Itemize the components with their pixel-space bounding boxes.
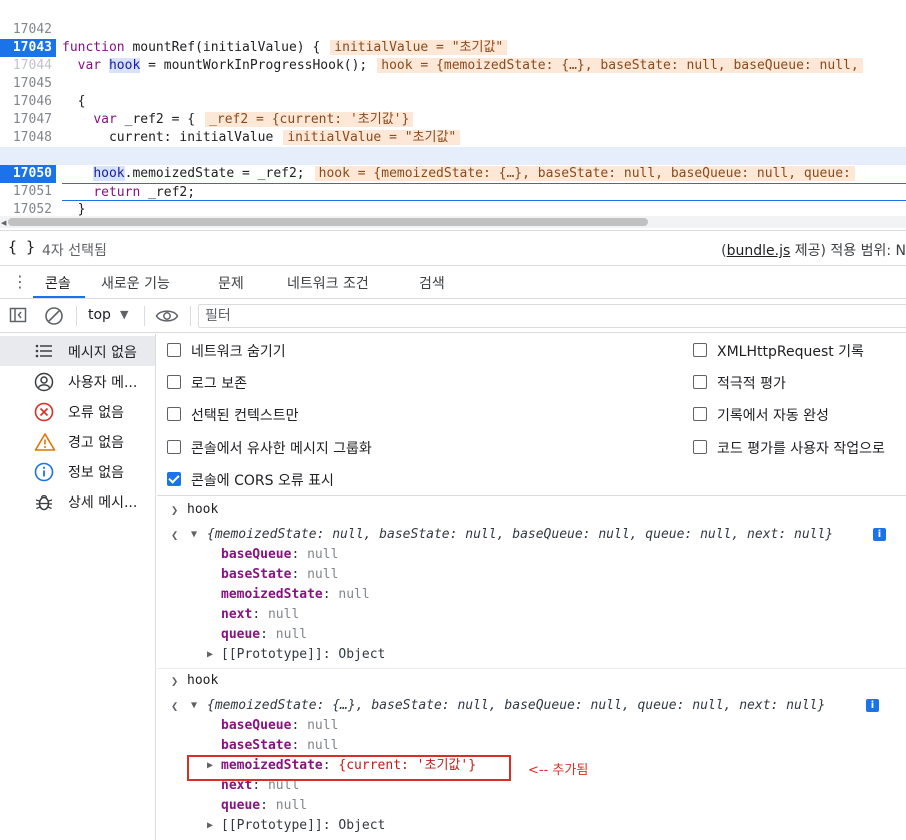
- annotation-text: <-- 추가됨: [528, 763, 589, 778]
- tab-issues[interactable]: 문제: [218, 273, 244, 293]
- expand-right-icon[interactable]: ▶: [207, 645, 213, 665]
- code-line: 17051 }: [0, 165, 906, 216]
- clear-console-icon[interactable]: [44, 306, 64, 326]
- console-input-row: ❯ hook: [157, 671, 906, 691]
- console-sidebar: 메시지 없음 사용자 메... 오류 없음 경고 없음 정보 없음 상세 메시.…: [0, 334, 156, 840]
- drawer-tabs: ⋮ 콘솔 새로운 기능 문제 네트워크 조건 검색: [0, 266, 906, 299]
- source-info: (bundle.js 제공) 적용 범위: N: [721, 243, 906, 259]
- sidebar-item-messages[interactable]: 메시지 없음: [0, 336, 155, 366]
- sidebar-item-errors[interactable]: 오류 없음: [0, 396, 155, 426]
- code-line: 17044: [0, 39, 906, 73]
- console-toolbar: top ▼ 필터: [0, 300, 906, 333]
- sidebar-item-warnings[interactable]: 경고 없음: [0, 426, 155, 456]
- checkbox[interactable]: [167, 343, 181, 357]
- checkbox[interactable]: [167, 440, 181, 454]
- toolbar-divider: [190, 306, 191, 326]
- source-link[interactable]: bundle.js: [727, 243, 791, 259]
- horizontal-scrollbar[interactable]: ◀: [0, 216, 906, 228]
- error-icon: [34, 402, 54, 422]
- checkbox-checked[interactable]: [167, 472, 181, 486]
- property-row: baseState: null: [221, 567, 339, 582]
- checkbox[interactable]: [167, 375, 181, 389]
- expand-down-icon[interactable]: ▼: [191, 525, 197, 545]
- user-icon: [34, 372, 54, 392]
- expand-right-icon[interactable]: ▶: [207, 816, 213, 836]
- info-badge-icon[interactable]: i: [866, 699, 879, 712]
- console-messages[interactable]: ❯ hook ❮ ▼ {memoizedState: null, baseSta…: [157, 497, 906, 840]
- console-input-row: ❯ hook: [157, 500, 906, 520]
- highlight-box: [187, 755, 511, 781]
- checkbox[interactable]: [693, 407, 707, 421]
- result-arrow-icon: ❮: [171, 699, 179, 713]
- code-line: 17045 {: [0, 57, 906, 109]
- console-result-row[interactable]: ❮ ▼ {memoizedState: {…}, baseState: null…: [157, 696, 906, 716]
- paused-code-line: 17050 return _ref2;: [0, 147, 906, 201]
- console-result-row[interactable]: ❮ ▼ {memoizedState: null, baseState: nul…: [157, 525, 906, 545]
- property-row: baseQueue: null: [221, 547, 339, 562]
- code-line: 17046 var _ref2 = {_ref2 = {current: '초기…: [0, 75, 906, 127]
- code-line: 17053: [0, 201, 906, 216]
- chevron-down-icon[interactable]: ▼: [120, 308, 128, 321]
- checkbox[interactable]: [693, 440, 707, 454]
- checkbox[interactable]: [167, 407, 181, 421]
- scroll-left-icon[interactable]: ◀: [1, 219, 6, 227]
- tab-console[interactable]: 콘솔: [45, 273, 71, 293]
- tab-network-conditions[interactable]: 네트워크 조건: [287, 273, 369, 293]
- checkbox[interactable]: [693, 375, 707, 389]
- code-line: 17049 hook.memoizedState = _ref2;hook = …: [0, 129, 906, 181]
- pretty-print-icon[interactable]: { }: [8, 238, 35, 256]
- toolbar-divider: [144, 306, 145, 326]
- result-arrow-icon: ❮: [171, 528, 179, 542]
- tab-whats-new[interactable]: 새로운 기능: [101, 273, 170, 293]
- property-row: memoizedState: null: [221, 587, 370, 602]
- scrollbar-thumb[interactable]: [8, 218, 648, 226]
- more-menu-icon[interactable]: ⋮: [12, 272, 28, 292]
- property-row: queue: null: [221, 627, 308, 642]
- source-editor[interactable]: 17042 function mountRef(initialValue) {i…: [0, 0, 906, 216]
- filter-input[interactable]: 필터: [198, 304, 906, 328]
- property-row: queue: null: [221, 798, 308, 813]
- sidebar-item-info[interactable]: 정보 없음: [0, 456, 155, 486]
- checkbox[interactable]: [693, 343, 707, 357]
- bug-icon: [35, 494, 53, 511]
- live-expression-eye-icon[interactable]: [155, 307, 179, 325]
- warning-icon: [34, 433, 56, 451]
- list-icon: [35, 344, 52, 358]
- expand-down-icon[interactable]: ▼: [191, 696, 197, 716]
- sidebar-toggle-icon[interactable]: [9, 306, 27, 324]
- code-line: 17052 }: [0, 183, 906, 216]
- property-row: baseQueue: null: [221, 718, 339, 733]
- property-row: next: null: [221, 607, 300, 622]
- editor-status-bar: { } 4자 선택됨 (bundle.js 제공) 적용 범위: N: [0, 230, 906, 266]
- info-badge-icon[interactable]: i: [873, 528, 886, 541]
- sidebar-item-user-messages[interactable]: 사용자 메...: [0, 366, 155, 396]
- code-line: 17048 };: [0, 111, 906, 163]
- toolbar-divider: [76, 306, 77, 326]
- prompt-chevron-icon: ❯: [171, 503, 179, 517]
- context-selector[interactable]: top: [88, 307, 111, 323]
- code-line: 17043 var hook = mountWorkInProgressHook…: [0, 21, 906, 73]
- active-tab-indicator: [33, 296, 85, 298]
- property-row: baseState: null: [221, 738, 339, 753]
- prototype-row[interactable]: ▶ [[Prototype]]: Object: [157, 645, 906, 665]
- console-settings: 네트워크 숨기기 로그 보존 선택된 컨텍스트만 콘솔에서 유사한 메시지 그룹…: [157, 334, 906, 496]
- prototype-row[interactable]: ▶ [[Prototype]]: Object: [157, 816, 906, 836]
- selection-count: 4자 선택됨: [42, 243, 107, 259]
- code-line: 17047 current: initialValue initialValue …: [0, 93, 906, 145]
- tab-search[interactable]: 검색: [419, 273, 445, 293]
- sidebar-item-verbose[interactable]: 상세 메시...: [0, 486, 155, 516]
- info-icon: [34, 462, 54, 482]
- message-divider: [157, 668, 906, 669]
- prompt-chevron-icon: ❯: [171, 674, 179, 688]
- code-line: 17042 function mountRef(initialValue) {i…: [0, 3, 906, 55]
